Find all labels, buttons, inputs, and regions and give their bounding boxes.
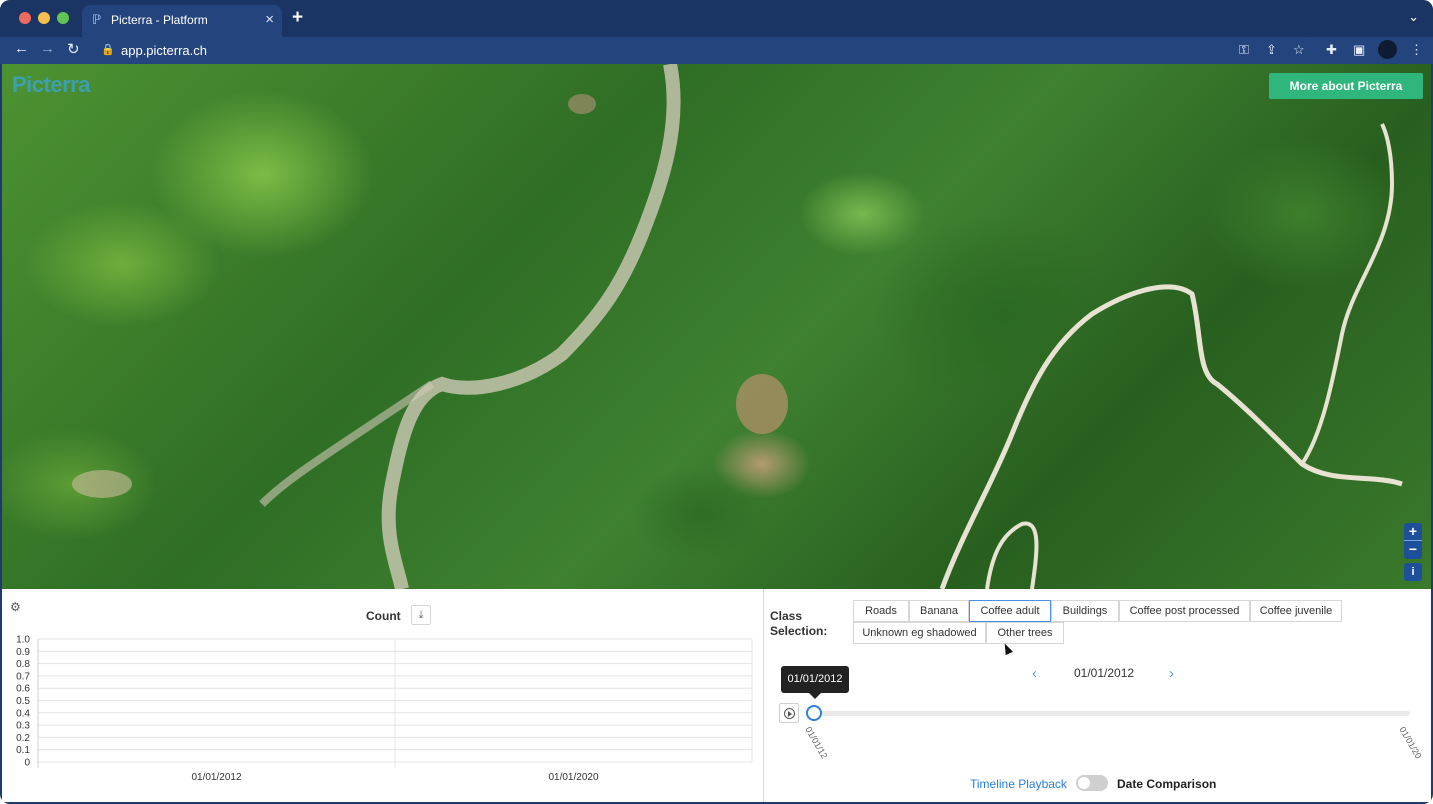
tab-title: Picterra - Platform [111, 13, 208, 27]
bookmark-star-icon[interactable]: ☆ [1293, 42, 1305, 58]
class-selection-label: Class Selection: [770, 609, 828, 638]
toggle-knob [1078, 777, 1090, 789]
profile-avatar[interactable] [1378, 40, 1397, 59]
address-bar[interactable]: 🔒 app.picterra.ch [93, 39, 1316, 61]
timeline-tick-end: 01/01/20 [1397, 725, 1424, 761]
new-tab-button[interactable]: + [292, 7, 303, 29]
y-tick-label: 0.9 [16, 647, 30, 658]
zoom-out-button[interactable]: − [1404, 541, 1422, 559]
class-chip-other-trees[interactable]: Other trees [986, 622, 1064, 644]
share-icon[interactable]: ⇪ [1266, 42, 1277, 58]
reload-icon[interactable]: ↻ [67, 40, 80, 58]
map-features [72, 64, 1403, 589]
timeline-tick-start: 01/01/12 [803, 725, 830, 761]
y-tick-label: 0.8 [16, 659, 30, 670]
tooltip-arrow [809, 693, 821, 699]
class-chip-coffee-adult[interactable]: Coffee adult [969, 600, 1051, 622]
y-tick-label: 0.1 [16, 745, 30, 756]
lock-icon[interactable]: 🔒 [101, 43, 115, 56]
date-comparison-label[interactable]: Date Comparison [1117, 777, 1216, 791]
browser-tab[interactable]: ℙ Picterra - Platform × [82, 5, 282, 37]
chevron-left-icon[interactable]: ‹ [1032, 665, 1037, 682]
browser-toolbar: ← → ↻ 🔒 app.picterra.ch ⚿ ⇪ ☆ ✚ ▣ ⋮ [0, 37, 1433, 64]
more-about-picterra-button[interactable]: More about Picterra [1269, 73, 1423, 99]
browser-window: ℙ Picterra - Platform × + ⌄ ← → ↻ 🔒 app.… [0, 0, 1433, 804]
y-tick-label: 0.7 [16, 671, 30, 682]
current-date: 01/01/2012 [1074, 666, 1135, 680]
y-tick-label: 0.2 [16, 733, 30, 744]
chart-title: Count [366, 609, 401, 623]
count-chart: 1.00.90.80.7 0.60.50.4 0.30.20.1 0 01/01/201… [16, 635, 753, 783]
tab-close-icon[interactable]: × [265, 11, 274, 28]
timeline-thumb[interactable] [806, 705, 822, 721]
date-tooltip: 01/01/2012 [781, 666, 849, 693]
y-tick-label: 0.3 [16, 721, 30, 732]
tab-search-icon[interactable]: ⌄ [1408, 9, 1419, 25]
panel-divider [763, 589, 764, 802]
satellite-map[interactable]: Picterra More about Picterra + − i [2, 64, 1431, 589]
mode-toggle-switch[interactable] [1076, 775, 1108, 791]
back-arrow-icon[interactable]: ← [14, 40, 29, 57]
class-chip-coffee-post-processed[interactable]: Coffee post processed [1119, 600, 1250, 622]
x-tick-label: 01/01/2020 [548, 772, 598, 783]
url-text[interactable]: app.picterra.ch [121, 43, 207, 58]
timeline-playback-label[interactable]: Timeline Playback [970, 777, 1067, 791]
y-tick-label: 0 [24, 758, 30, 769]
y-tick-label: 0.4 [16, 708, 30, 719]
window-close-button[interactable] [19, 12, 31, 24]
play-icon [784, 708, 795, 719]
settings-icon[interactable]: ⚙ [10, 601, 22, 613]
download-icon: ⤓ [418, 609, 424, 621]
window-maximize-button[interactable] [57, 12, 69, 24]
tab-strip: ℙ Picterra - Platform × + ⌄ [0, 0, 1433, 37]
picterra-logo: Picterra [12, 72, 90, 97]
analysis-panel: ⚙ Count ⤓ 1.0 0.9 0.8 0.7 0.6 0.5 0.4 0.3 0.2 0.1… [2, 589, 1431, 802]
class-chip-buildings[interactable]: Buildings [1051, 600, 1119, 622]
side-panel-icon[interactable]: ▣ [1353, 42, 1365, 58]
y-tick-label: 0.6 [16, 684, 30, 695]
zoom-in-button[interactable]: + [1404, 523, 1422, 541]
x-tick-label: 01/01/2012 [191, 772, 241, 783]
zoom-controls: + − [1404, 523, 1422, 559]
class-chip-coffee-juvenile[interactable]: Coffee juvenile [1250, 600, 1342, 622]
chevron-right-icon[interactable]: › [1169, 665, 1174, 682]
class-chip-roads[interactable]: Roads [853, 600, 909, 622]
class-chip-unknown-eg-shadowed[interactable]: Unknown eg shadowed [853, 622, 986, 644]
y-tick-label: 0.5 [16, 696, 30, 707]
key-icon[interactable]: ⚿ [1239, 42, 1249, 58]
browser-menu-icon[interactable]: ⋮ [1410, 42, 1423, 58]
timeline-track[interactable] [814, 711, 1410, 716]
play-button[interactable] [779, 703, 799, 723]
download-button[interactable]: ⤓ [411, 605, 431, 625]
forward-arrow-icon[interactable]: → [40, 40, 55, 57]
class-chip-banana[interactable]: Banana [909, 600, 969, 622]
picterra-favicon-icon: ℙ [92, 12, 102, 27]
info-button[interactable]: i [1404, 563, 1422, 581]
extensions-icon[interactable]: ✚ [1326, 42, 1337, 58]
y-tick-label: 1.0 [16, 635, 30, 646]
window-minimize-button[interactable] [38, 12, 50, 24]
